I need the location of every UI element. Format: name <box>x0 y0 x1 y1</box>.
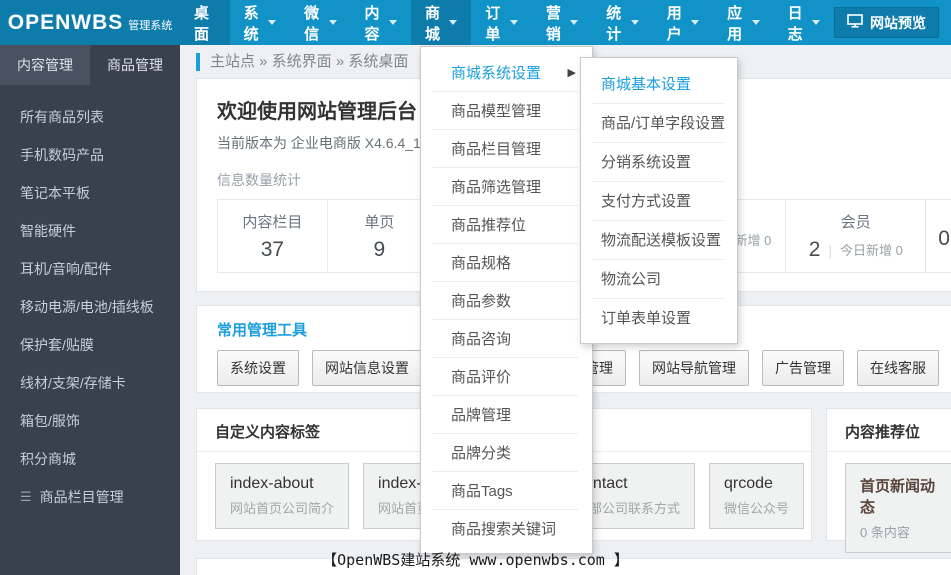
stat-value: 2 <box>808 237 821 261</box>
chevron-down-icon <box>812 20 820 25</box>
nav-item-system[interactable]: 系统 <box>230 0 290 45</box>
nav-item-apps[interactable]: 应用 <box>713 0 773 45</box>
submenu-item-payment[interactable]: 支付方式设置 <box>581 181 737 220</box>
menu-item-brand-manage[interactable]: 品牌管理 <box>421 395 592 433</box>
nav-item-marketing[interactable]: 营销 <box>532 0 592 45</box>
nav-item-orders[interactable]: 订单 <box>471 0 531 45</box>
submenu-arrow-icon: ▶ <box>567 66 576 79</box>
sidebar-tab-content[interactable]: 内容管理 <box>0 45 90 85</box>
nav-menu: 桌面 系统 微信 内容 商城 订单 营销 统计 用户 应用 日志 <box>180 0 834 45</box>
submenu-item-distribution[interactable]: 分销系统设置 <box>581 142 737 181</box>
chevron-down-icon <box>630 20 639 25</box>
chevron-down-icon <box>328 20 337 25</box>
sidebar-item-bags[interactable]: 箱包/服饰 <box>0 402 180 440</box>
sidebar-item-list: 所有商品列表 手机数码产品 笔记本平板 智能硬件 耳机/音响/配件 移动电源/电… <box>0 85 180 516</box>
nav-item-desktop[interactable]: 桌面 <box>180 0 230 45</box>
recommend-card: 内容推荐位 首页新闻动态 0 条内容 <box>826 408 951 553</box>
stat-cell-clipped: 0 <box>926 200 951 272</box>
sidebar-item-power[interactable]: 移动电源/电池/插线板 <box>0 288 180 326</box>
stat-value: 37 <box>260 237 285 261</box>
menu-item-product-params[interactable]: 商品参数 <box>421 281 592 319</box>
chevron-down-icon <box>509 20 518 25</box>
nav-item-users[interactable]: 用户 <box>653 0 713 45</box>
stat-value: 0 <box>938 227 950 250</box>
stat-extra: 今日新增 0 <box>840 243 903 258</box>
chevron-down-icon <box>449 20 458 25</box>
stat-cell-content-categories: 内容栏目 37 <box>218 200 328 272</box>
nav-item-logs[interactable]: 日志 <box>774 0 834 45</box>
recommend-slot-card[interactable]: 首页新闻动态 0 条内容 <box>845 463 951 553</box>
stat-cell-single-pages: 单页 9 <box>328 200 432 272</box>
sidebar-item-audio[interactable]: 耳机/音响/配件 <box>0 250 180 288</box>
mall-settings-submenu: 商城基本设置 商品/订单字段设置 分销系统设置 支付方式设置 物流配送模板设置 … <box>580 57 738 344</box>
nav-item-mall[interactable]: 商城 <box>410 0 472 45</box>
sidebar-tabs: 内容管理 商品管理 <box>0 45 180 85</box>
sidebar: 内容管理 商品管理 所有商品列表 手机数码产品 笔记本平板 智能硬件 耳机/音响… <box>0 45 180 575</box>
sidebar-item-phones[interactable]: 手机数码产品 <box>0 136 180 174</box>
sidebar-item-laptops[interactable]: 笔记本平板 <box>0 174 180 212</box>
footer-credit: 【OpenWBS建站系统 www.openwbs.com 】 <box>322 551 629 569</box>
recommend-slot-count: 0 条内容 <box>860 525 910 540</box>
recommend-slot-title: 首页新闻动态 <box>860 478 936 516</box>
top-navbar: OPENWBS 管理系统 桌面 系统 微信 内容 商城 订单 营销 统计 用户 … <box>0 0 951 45</box>
menu-item-product-specs[interactable]: 商品规格 <box>421 243 592 281</box>
tag-card-index-about[interactable]: index-about 网站首页公司简介 <box>215 463 350 529</box>
logo: OPENWBS 管理系统 <box>0 0 180 45</box>
breadcrumb: 主站点 » 系统界面 » 系统桌面 <box>196 53 408 71</box>
tag-title: index-about <box>230 475 314 492</box>
stat-cell-members: 会员 2 | 今日新增 0 <box>786 200 927 272</box>
system-settings-button[interactable]: 系统设置 <box>217 350 299 386</box>
chevron-down-icon <box>388 20 397 25</box>
monitor-icon <box>847 14 863 31</box>
list-icon: ☰ <box>20 489 32 504</box>
mall-dropdown-menu: 商城系统设置 ▶ 商品模型管理 商品栏目管理 商品筛选管理 商品推荐位 商品规格… <box>420 46 593 554</box>
menu-item-brand-category[interactable]: 品牌分类 <box>421 433 592 471</box>
nav-item-stats[interactable]: 统计 <box>592 0 652 45</box>
menu-item-product-model[interactable]: 商品模型管理 <box>421 91 592 129</box>
menu-item-product-inquiry[interactable]: 商品咨询 <box>421 319 592 357</box>
site-preview-button[interactable]: 网站预览 <box>834 7 939 38</box>
tag-card-qrcode[interactable]: qrcode 微信公众号 <box>709 463 805 529</box>
sidebar-item-cables[interactable]: 线材/支架/存储卡 <box>0 364 180 402</box>
online-service-button[interactable]: 在线客服 <box>857 350 939 386</box>
menu-item-product-category[interactable]: 商品栏目管理 <box>421 129 592 167</box>
sidebar-item-all-products[interactable]: 所有商品列表 <box>0 98 180 136</box>
menu-item-product-tags[interactable]: 商品Tags <box>421 471 592 509</box>
recommend-heading: 内容推荐位 <box>827 409 951 452</box>
stat-value: 9 <box>373 237 386 261</box>
submenu-item-field-settings[interactable]: 商品/订单字段设置 <box>581 103 737 142</box>
sidebar-tab-products[interactable]: 商品管理 <box>90 45 180 85</box>
sidebar-item-points-mall[interactable]: 积分商城 <box>0 440 180 478</box>
logo-suffix: 管理系统 <box>128 19 173 32</box>
nav-item-wechat[interactable]: 微信 <box>290 0 350 45</box>
chevron-down-icon <box>570 20 579 25</box>
ad-manage-button[interactable]: 广告管理 <box>762 350 844 386</box>
submenu-item-basic-settings[interactable]: 商城基本设置 <box>581 64 737 103</box>
submenu-item-logistics-company[interactable]: 物流公司 <box>581 259 737 298</box>
chevron-down-icon <box>268 20 277 25</box>
submenu-item-order-form[interactable]: 订单表单设置 <box>581 298 737 337</box>
tag-title: qrcode <box>724 475 773 492</box>
site-nav-manage-button[interactable]: 网站导航管理 <box>639 350 749 386</box>
logo-text: OPENWBS <box>7 10 124 34</box>
tag-subtitle: 网站首页公司简介 <box>230 501 335 516</box>
chevron-down-icon <box>751 20 760 25</box>
menu-item-product-review[interactable]: 商品评价 <box>421 357 592 395</box>
site-info-settings-button[interactable]: 网站信息设置 <box>312 350 422 386</box>
nav-item-content[interactable]: 内容 <box>351 0 411 45</box>
chevron-down-icon <box>691 20 700 25</box>
tag-subtitle: 微信公众号 <box>724 501 790 516</box>
menu-item-mall-system-settings[interactable]: 商城系统设置 ▶ <box>421 53 592 91</box>
menu-item-product-filter[interactable]: 商品筛选管理 <box>421 167 592 205</box>
sidebar-item-cases[interactable]: 保护套/贴膜 <box>0 326 180 364</box>
sidebar-item-category-manage[interactable]: ☰ 商品栏目管理 <box>0 478 180 516</box>
sidebar-item-smart-hardware[interactable]: 智能硬件 <box>0 212 180 250</box>
submenu-item-shipping-template[interactable]: 物流配送模板设置 <box>581 220 737 259</box>
menu-item-search-keywords[interactable]: 商品搜索关键词 <box>421 509 592 547</box>
menu-item-product-recommend[interactable]: 商品推荐位 <box>421 205 592 243</box>
